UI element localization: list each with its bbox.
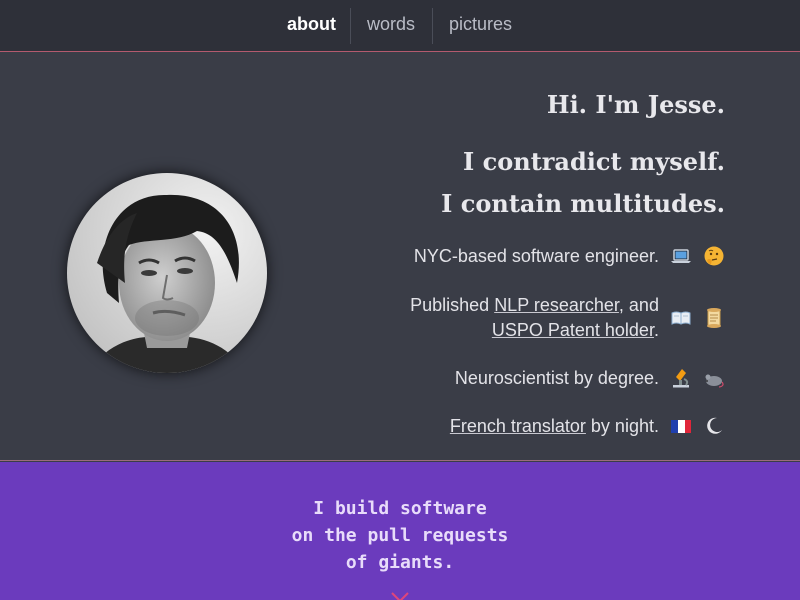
quote-line-1: I contradict myself. bbox=[463, 147, 725, 176]
fact-patent-suffix: . bbox=[653, 320, 659, 340]
mouse-icon bbox=[703, 367, 725, 389]
nav-words[interactable]: words bbox=[367, 14, 415, 35]
french-flag-icon bbox=[670, 415, 692, 437]
nav-pictures[interactable]: pictures bbox=[449, 14, 512, 35]
open-book-icon bbox=[670, 307, 692, 329]
nlp-researcher-link[interactable]: NLP researcher bbox=[494, 295, 619, 315]
fact-translator-text: French translator by night. bbox=[450, 414, 659, 439]
fact-engineer-text: NYC-based software engineer. bbox=[413, 245, 659, 266]
nav-about[interactable]: about bbox=[287, 14, 336, 35]
scroll-icon bbox=[703, 307, 725, 329]
top-nav: about words pictures bbox=[0, 0, 800, 52]
thinking-face-icon bbox=[703, 245, 725, 267]
fact-translator-suffix: by night. bbox=[585, 415, 659, 436]
fact-researcher-suffix: , and bbox=[618, 295, 659, 315]
patent-holder-link[interactable]: USPO Patent holder bbox=[492, 320, 654, 340]
microscope-icon bbox=[670, 367, 692, 389]
nav-divider bbox=[350, 8, 351, 44]
tagline-line-1: I build software bbox=[313, 498, 487, 519]
fact-engineer: NYC-based software engineer. bbox=[414, 243, 725, 269]
laptop-icon bbox=[670, 245, 692, 267]
fact-neuroscientist: Neuroscientist by degree. bbox=[455, 365, 725, 391]
fact-translator: French translator by night. bbox=[450, 413, 725, 439]
chevron-down-icon[interactable] bbox=[391, 592, 409, 600]
fact-researcher-text: Published NLP researcher, and USPO Patent… bbox=[410, 293, 659, 343]
fact-researcher-prefix: Published bbox=[410, 295, 495, 315]
french-translator-link[interactable]: French translator bbox=[450, 416, 586, 436]
fact-researcher: Published NLP researcher, and USPO Patent… bbox=[410, 293, 725, 343]
hero-section: Hi. I'm Jesse. I contradict myself. I co… bbox=[0, 53, 800, 461]
greeting-heading: Hi. I'm Jesse. bbox=[546, 90, 725, 119]
quote-line-2: I contain multitudes. bbox=[441, 189, 725, 218]
tagline-line-3: of giants. bbox=[345, 552, 455, 573]
tagline-band: I build software on the pull requests of… bbox=[0, 462, 800, 600]
fact-neuro-text: Neuroscientist by degree. bbox=[454, 367, 659, 388]
crescent-moon-icon bbox=[703, 415, 725, 437]
tagline-line-2: on the pull requests bbox=[291, 525, 509, 546]
nav-divider bbox=[432, 8, 433, 44]
avatar bbox=[67, 173, 267, 373]
